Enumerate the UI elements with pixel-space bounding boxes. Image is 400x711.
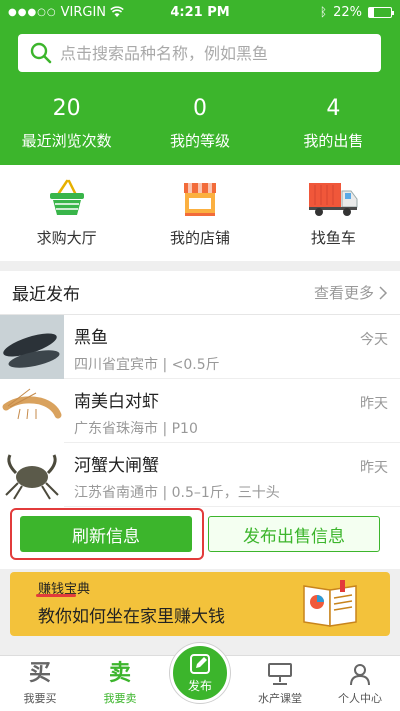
item-meta: 四川省宜宾市 | <0.5斤: [74, 357, 220, 373]
crab-icon: [0, 443, 64, 507]
status-bar: ●●●○○ VIRGIN 4:21 PM ᛒ 22%: [0, 0, 400, 24]
item-date: 昨天: [360, 396, 388, 412]
search-icon: [30, 42, 52, 64]
view-more-link[interactable]: 查看更多: [314, 282, 388, 303]
stat-my-sales[interactable]: 4 我的出售: [267, 96, 400, 151]
recent-header: 最近发布 查看更多: [0, 271, 400, 315]
shrimp-icon: [0, 379, 64, 443]
fab-label: 发布: [187, 678, 212, 693]
tab-label: 水产课堂: [258, 692, 302, 705]
stat-value: 20: [52, 96, 81, 121]
view-more-label: 查看更多: [313, 284, 374, 302]
tab-label: 我要买: [23, 692, 57, 705]
search-input[interactable]: [60, 43, 360, 63]
publish-fab[interactable]: 发布: [170, 643, 230, 703]
item-meta: 广东省珠海市 | P10: [74, 421, 198, 437]
user-icon: [350, 664, 370, 686]
chevron-right-icon: [379, 285, 388, 300]
action-find-truck[interactable]: 找鱼车: [267, 165, 400, 261]
tab-sell[interactable]: 卖 我要卖: [80, 656, 160, 711]
item-name: 黑鱼: [74, 328, 108, 348]
promo-banner[interactable]: 赚钱宝典 教你如何坐在家里赚大钱: [10, 572, 390, 636]
tab-buy[interactable]: 买 我要买: [0, 656, 80, 711]
list-item[interactable]: 黑鱼 四川省宜宾市 | <0.5斤 今天: [0, 315, 400, 379]
stat-label: 我的出售: [303, 132, 364, 150]
stat-value: 0: [192, 96, 207, 121]
tab-aquaculture-class[interactable]: 水产课堂: [240, 656, 320, 711]
action-my-store[interactable]: 我的店铺: [133, 165, 266, 261]
item-date: 今天: [360, 332, 388, 348]
action-label: 我的店铺: [169, 229, 230, 247]
battery-icon: [368, 6, 394, 18]
banner-text: 教你如何坐在家里赚大钱: [38, 607, 225, 627]
buy-icon: 买: [28, 661, 51, 686]
podium-icon: [268, 663, 292, 685]
header: ●●●○○ VIRGIN 4:21 PM ᛒ 22% 20 最近浏览次数 0: [0, 0, 400, 165]
clock: 4:21 PM: [170, 4, 230, 20]
list-item[interactable]: 南美白对虾 广东省珠海市 | P10 昨天: [0, 379, 400, 443]
action-label: 求购大厅: [36, 229, 97, 247]
tab-label: 个人中心: [338, 692, 382, 705]
stats-row: 20 最近浏览次数 0 我的等级 4 我的出售: [0, 96, 400, 151]
section-title: 最近发布: [12, 285, 80, 305]
search-bar[interactable]: [18, 34, 381, 72]
publish-sale-button[interactable]: 发布出售信息: [208, 516, 380, 552]
item-meta: 江苏省南通市 | 0.5–1斤，三十头: [74, 485, 280, 501]
basket-icon: [49, 179, 84, 215]
truck-icon: [309, 183, 358, 216]
banner-tag-underline: [36, 594, 76, 597]
sell-icon: 卖: [108, 661, 131, 686]
quick-actions: 求购大厅 我的店铺 找鱼车: [0, 165, 400, 261]
book-icon: [303, 580, 357, 627]
edit-icon: [190, 653, 210, 674]
store-icon: [183, 183, 216, 216]
list-item[interactable]: 河蟹大闸蟹 江苏省南通市 | 0.5–1斤，三十头 昨天: [0, 443, 400, 507]
button-row: 刷新信息 发布出售信息: [0, 508, 400, 560]
item-date: 昨天: [360, 460, 388, 476]
stat-label: 我的等级: [169, 132, 230, 150]
refresh-button[interactable]: 刷新信息: [20, 516, 192, 552]
item-name: 南美白对虾: [74, 392, 159, 412]
stat-browse-count[interactable]: 20 最近浏览次数: [0, 96, 133, 151]
tab-profile[interactable]: 个人中心: [320, 656, 400, 711]
stat-label: 最近浏览次数: [21, 132, 112, 150]
item-name: 河蟹大闸蟹: [74, 456, 159, 476]
action-label: 找鱼车: [310, 229, 356, 247]
action-purchase-hall[interactable]: 求购大厅: [0, 165, 133, 261]
stat-value: 4: [326, 96, 341, 121]
tab-label: 我要卖: [103, 692, 137, 705]
stat-level[interactable]: 0 我的等级: [133, 96, 266, 151]
fish-icon: [0, 315, 64, 379]
